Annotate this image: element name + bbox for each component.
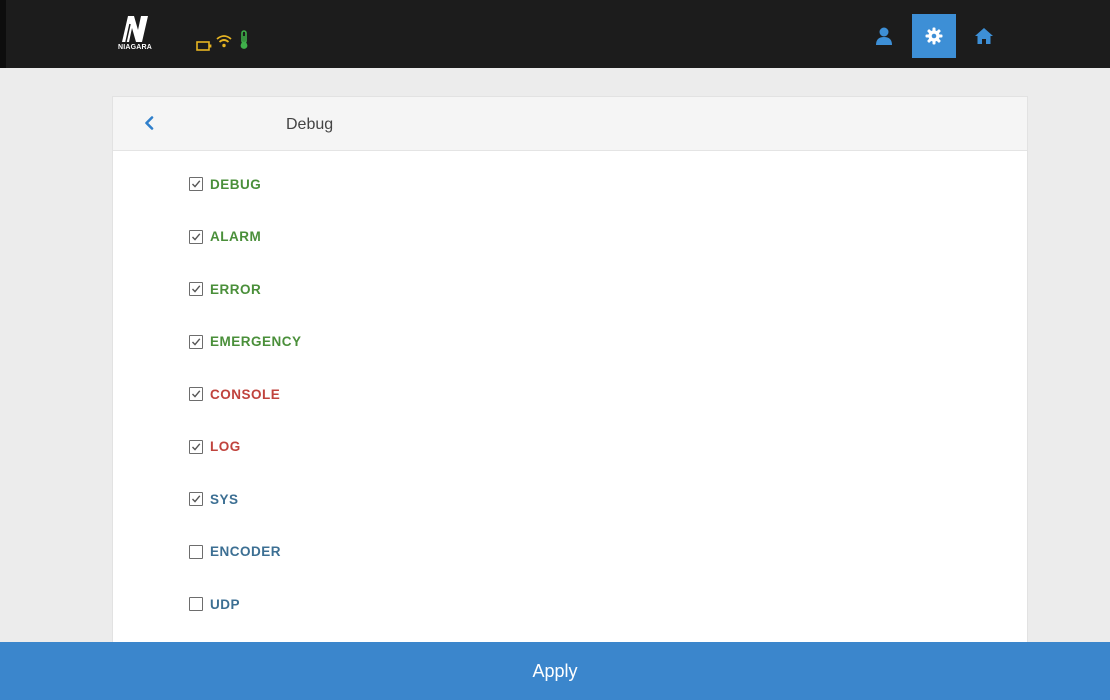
checkbox-checked[interactable] — [189, 492, 203, 506]
checkmark-icon — [191, 180, 201, 188]
option-label: DEBUG — [210, 176, 262, 192]
option-label: SYS — [210, 491, 239, 507]
battery-icon — [196, 38, 212, 56]
checkbox-unchecked[interactable] — [189, 544, 203, 559]
checkbox-checked[interactable] — [189, 334, 203, 349]
option-udp[interactable]: UDP — [189, 593, 489, 615]
option-label: EMERGENCY — [210, 334, 302, 349]
top-bar: NIAGARA — [0, 0, 1110, 68]
brand-logo: NIAGARA — [118, 14, 158, 58]
checkmark-icon — [191, 337, 201, 346]
option-label: CONSOLE — [210, 386, 281, 402]
checkmark-icon — [191, 495, 201, 503]
option-label: LOG — [210, 439, 241, 454]
checkbox-unchecked[interactable] — [189, 597, 203, 611]
option-label: ENCODER — [210, 544, 282, 559]
home-icon — [975, 28, 993, 44]
checkmark-icon — [191, 390, 201, 398]
logo-caption: NIAGARA — [118, 44, 153, 51]
wifi-icon — [216, 34, 232, 53]
option-encoder[interactable]: ENCODER — [189, 541, 489, 563]
gear-icon — [925, 27, 943, 45]
checkbox-checked[interactable] — [189, 177, 203, 191]
option-error[interactable]: ERROR — [189, 278, 489, 300]
logo-mark-icon — [122, 16, 148, 43]
apply-button[interactable]: Apply — [0, 642, 1110, 700]
user-icon — [876, 27, 892, 45]
thermometer-icon — [239, 30, 249, 55]
option-alarm[interactable]: ALARM — [189, 226, 489, 248]
checkmark-icon — [191, 232, 201, 241]
option-label: UDP — [210, 596, 241, 612]
checkbox-checked[interactable] — [189, 229, 203, 244]
back-button[interactable] — [137, 111, 161, 135]
user-button[interactable] — [862, 14, 906, 58]
home-button[interactable] — [962, 14, 1006, 58]
option-sys[interactable]: SYS — [189, 488, 489, 510]
chevron-left-icon — [145, 116, 154, 130]
option-label: ERROR — [210, 281, 262, 297]
checkbox-checked[interactable] — [189, 439, 203, 454]
option-emergency[interactable]: EMERGENCY — [189, 331, 489, 353]
option-log[interactable]: LOG — [189, 436, 489, 458]
option-console[interactable]: CONSOLE — [189, 383, 489, 405]
page-title: Debug — [286, 116, 334, 133]
debug-panel: Debug DEBUG ALARM ERROR EMERGENCY CONSOLE LOG… — [112, 96, 1028, 642]
checkbox-checked[interactable] — [189, 282, 203, 296]
option-label: ALARM — [210, 229, 262, 244]
checkmark-icon — [191, 285, 201, 293]
settings-button[interactable] — [912, 14, 956, 58]
app-frame: NIAGARA Debug DEBUG ALARM ERROR EMERGENC… — [0, 0, 1110, 700]
checkmark-icon — [191, 442, 201, 451]
panel-header: Debug — [113, 97, 1027, 151]
option-debug[interactable]: DEBUG — [189, 173, 489, 195]
checkbox-checked[interactable] — [189, 387, 203, 401]
